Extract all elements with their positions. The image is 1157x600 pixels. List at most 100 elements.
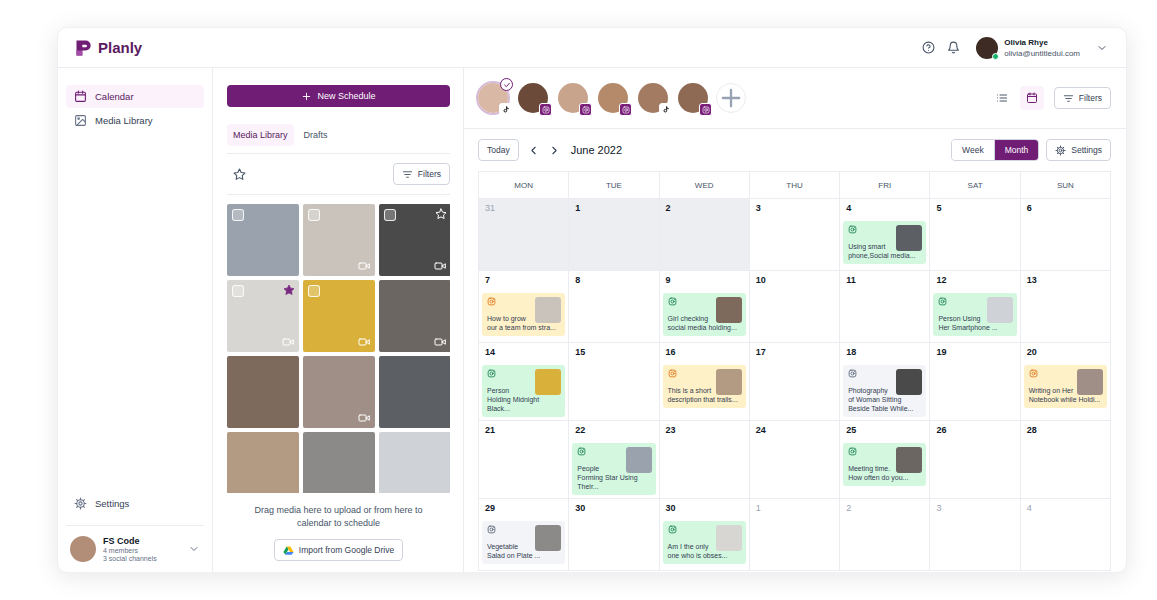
bell-icon[interactable] <box>947 41 960 54</box>
media-item[interactable] <box>379 432 450 493</box>
calendar-day[interactable]: 25Meeting time. How often do you... <box>840 421 930 499</box>
day-number: 24 <box>753 425 836 436</box>
calendar-day[interactable]: 15 <box>569 343 659 421</box>
select-checkbox[interactable] <box>308 285 320 297</box>
calendar-entry[interactable]: Person Holding Midnight Black... <box>482 365 565 417</box>
select-checkbox[interactable] <box>384 209 396 221</box>
calendar-day[interactable]: 24 <box>750 421 840 499</box>
import-drive-button[interactable]: Import from Google Drive <box>274 539 403 561</box>
calendar-entry[interactable]: People Forming Star Using Their... <box>572 443 655 495</box>
calendar-entry[interactable]: Person Using Her Smartphone ... <box>933 293 1016 336</box>
calendar-entry[interactable]: Am I the only one who is obses... <box>663 521 746 564</box>
chevron-left-icon[interactable] <box>527 144 540 157</box>
media-tab[interactable]: Media Library <box>227 124 294 146</box>
media-item[interactable] <box>303 356 375 428</box>
calendar-day[interactable]: 2 <box>840 499 930 571</box>
calendar-day[interactable]: 30Am I the only one who is obses... <box>660 499 750 571</box>
media-item[interactable] <box>227 432 299 493</box>
account-avatar[interactable] <box>516 81 550 115</box>
calendar-day[interactable]: 10 <box>750 271 840 343</box>
calendar-entry[interactable]: Using smart phone,Social media... <box>843 221 926 264</box>
view-mode[interactable]: Month <box>994 140 1039 160</box>
calendar-day[interactable]: 18Photography of Woman Sitting Beside Ta… <box>840 343 930 421</box>
calendar-entry[interactable]: Girl checking social media holding... <box>663 293 746 336</box>
user-info: Olivia Rhyeolivia@untitledui.com <box>1004 38 1080 58</box>
chevron-right-icon[interactable] <box>548 144 561 157</box>
calendar-day[interactable]: 26 <box>930 421 1020 499</box>
media-item[interactable] <box>227 356 299 428</box>
calendar-entry[interactable]: Meeting time. How often do you... <box>843 443 926 486</box>
account-avatar[interactable] <box>476 81 510 115</box>
settings-link[interactable]: Settings <box>66 492 204 515</box>
calendar-day[interactable]: 19 <box>930 343 1020 421</box>
calendar-entry[interactable]: Writing on Her Notebook while Holdi... <box>1024 365 1107 408</box>
calendar-day[interactable]: 31 <box>479 199 569 271</box>
calendar-day[interactable]: 4Using smart phone,Social media... <box>840 199 930 271</box>
media-item[interactable] <box>303 432 375 493</box>
media-item[interactable] <box>379 356 450 428</box>
calendar-day[interactable]: 23 <box>660 421 750 499</box>
video-icon <box>358 260 370 272</box>
account-avatar[interactable] <box>676 81 710 115</box>
media-filters-button[interactable]: Filters <box>393 163 450 185</box>
calendar-day[interactable]: 13 <box>1021 271 1111 343</box>
calendar-day[interactable]: 8 <box>569 271 659 343</box>
media-item[interactable] <box>227 204 299 276</box>
user-menu[interactable]: Olivia Rhyeolivia@untitledui.com <box>976 37 1108 59</box>
calendar-day[interactable]: 2 <box>660 199 750 271</box>
view-toggle[interactable] <box>990 86 1014 110</box>
help-icon[interactable] <box>922 41 935 54</box>
plus-icon[interactable] <box>716 83 746 113</box>
calendar-day[interactable]: 3 <box>930 499 1020 571</box>
calendar-day[interactable]: 29Vegetable Salad on Plate ... <box>479 499 569 571</box>
filters-button[interactable]: Filters <box>1054 87 1111 109</box>
calendar-entry[interactable]: Photography of Woman Sitting Beside Tabl… <box>843 365 926 417</box>
instagram-icon <box>622 106 630 114</box>
calendar-day[interactable]: 12Person Using Her Smartphone ... <box>930 271 1020 343</box>
calendar-day[interactable]: 14Person Holding Midnight Black... <box>479 343 569 421</box>
calendar-day[interactable]: 17 <box>750 343 840 421</box>
today-button[interactable]: Today <box>478 139 519 161</box>
view-mode[interactable]: Week <box>952 140 994 160</box>
account-avatar[interactable] <box>636 81 670 115</box>
calendar-day[interactable]: 30 <box>569 499 659 571</box>
calendar-day[interactable]: 22People Forming Star Using Their... <box>569 421 659 499</box>
logo[interactable]: Planly <box>74 38 142 58</box>
calendar-entry[interactable]: Vegetable Salad on Plate ... <box>482 521 565 564</box>
star-icon[interactable] <box>233 168 246 181</box>
calendar-day[interactable]: 9Girl checking social media holding... <box>660 271 750 343</box>
sidebar-item[interactable]: Calendar <box>66 85 204 108</box>
media-tab[interactable]: Drafts <box>298 124 334 146</box>
media-item[interactable] <box>379 204 450 276</box>
calendar-day[interactable]: 16This is a short description that trail… <box>660 343 750 421</box>
calendar-entry[interactable]: This is a short description that trails.… <box>663 365 746 408</box>
calendar-day[interactable]: 21 <box>479 421 569 499</box>
calendar-settings-button[interactable]: Settings <box>1046 139 1111 161</box>
new-schedule-button[interactable]: New Schedule <box>227 85 450 107</box>
sidebar-item[interactable]: Media Library <box>66 109 204 132</box>
select-checkbox[interactable] <box>232 285 244 297</box>
media-item[interactable] <box>303 204 375 276</box>
calendar-day[interactable]: 1 <box>569 199 659 271</box>
select-checkbox[interactable] <box>232 209 244 221</box>
calendar-day[interactable]: 6 <box>1021 199 1111 271</box>
select-checkbox[interactable] <box>308 209 320 221</box>
calendar-day[interactable]: 4 <box>1021 499 1111 571</box>
filled-star-icon[interactable] <box>283 284 295 296</box>
calendar-day[interactable]: 28 <box>1021 421 1111 499</box>
account-avatar[interactable] <box>556 81 590 115</box>
calendar-day[interactable]: 5 <box>930 199 1020 271</box>
account-avatar[interactable] <box>596 81 630 115</box>
media-item[interactable] <box>379 280 450 352</box>
calendar-day[interactable]: 7How to grow our a team from stra... <box>479 271 569 343</box>
calendar-day[interactable]: 3 <box>750 199 840 271</box>
media-item[interactable] <box>227 280 299 352</box>
view-toggle[interactable] <box>1020 86 1044 110</box>
media-item[interactable] <box>303 280 375 352</box>
star-icon[interactable] <box>435 208 447 220</box>
calendar-entry[interactable]: How to grow our a team from stra... <box>482 293 565 336</box>
calendar-day[interactable]: 1 <box>750 499 840 571</box>
calendar-day[interactable]: 11 <box>840 271 930 343</box>
team-switcher[interactable]: FS Code4 members3 social channels <box>66 525 204 562</box>
calendar-day[interactable]: 20Writing on Her Notebook while Holdi... <box>1021 343 1111 421</box>
